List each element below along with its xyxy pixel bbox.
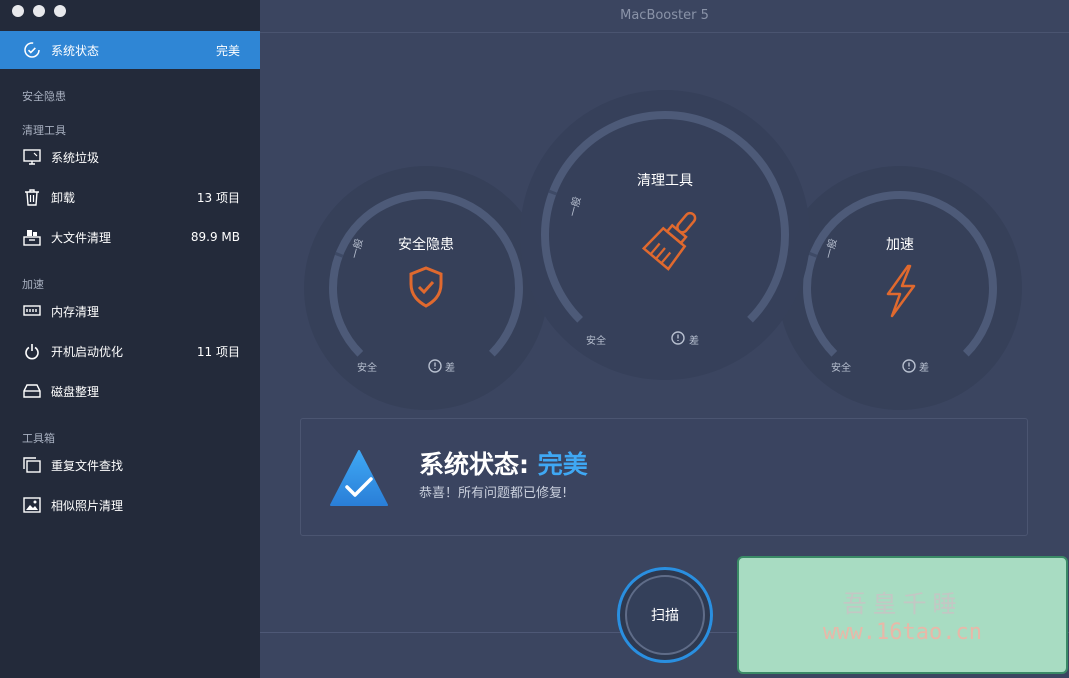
sidebar-item-system-status[interactable]: 系统状态 完美	[0, 31, 260, 69]
status-subtitle: 恭喜！所有问题都已修复!	[419, 486, 568, 501]
sidebar-item-label: 相似照片清理	[51, 498, 124, 513]
sidebar-item-memory[interactable]: 内存清理	[0, 292, 260, 330]
sidebar-item-duplicates[interactable]: 重复文件查找	[0, 446, 260, 484]
gauge-bad-label: 差	[689, 336, 699, 347]
gauge-speed[interactable]: 加速 一般 安全 差	[778, 166, 1022, 410]
sidebar-item-label: 内存清理	[51, 304, 100, 319]
watermark-overlay: 吾皇千睡 www.16tao.cn	[737, 556, 1068, 674]
watermark-text: 吾皇千睡	[842, 590, 963, 618]
gauge-safe-label: 安全	[831, 363, 851, 374]
status-title-prefix: 系统状态:	[419, 450, 529, 479]
gauge-cleanup[interactable]: 清理工具 一般 安全 差	[520, 90, 810, 380]
sidebar: 系统状态 完美 安全隐患 清理工具 系统垃圾 卸载 13 项目 大文件清理 89…	[0, 0, 260, 678]
window-title: MacBooster 5	[260, 0, 1069, 33]
monitor-icon	[22, 147, 42, 167]
sidebar-item-count: 89.9 MB	[190, 230, 240, 244]
gauge-title: 加速	[886, 237, 914, 253]
drawer-files-icon	[22, 227, 42, 247]
sidebar-item-disk[interactable]: 磁盘整理	[0, 372, 260, 410]
gauge-safe-label: 安全	[357, 363, 377, 374]
gauge-check-icon	[22, 40, 42, 60]
gauge-title: 安全隐患	[398, 237, 454, 253]
scan-button-ring: 扫描	[617, 567, 713, 663]
section-label-toolbox: 工具箱	[22, 432, 55, 445]
sidebar-item-count: 11 项目	[196, 344, 240, 359]
sidebar-item-similar-photos[interactable]: 相似照片清理	[0, 486, 260, 524]
gauge-bad-label: 差	[919, 363, 929, 374]
sidebar-item-label: 重复文件查找	[51, 458, 124, 473]
disk-icon	[22, 381, 42, 401]
sidebar-item-uninstall[interactable]: 卸载 13 项目	[0, 178, 260, 216]
close-window-button[interactable]	[12, 5, 24, 17]
sidebar-item-label: 系统垃圾	[51, 150, 100, 165]
memory-icon	[22, 301, 42, 321]
gauge-security-dial	[304, 166, 548, 410]
watermark-url: www.16tao.cn	[823, 620, 982, 645]
section-label-cleanup: 清理工具	[22, 124, 66, 137]
section-label-security[interactable]: 安全隐患	[22, 88, 66, 104]
minimize-window-button[interactable]	[33, 5, 45, 17]
zoom-window-button[interactable]	[54, 5, 66, 17]
gauge-security[interactable]: 安全隐患 一般 安全 差	[304, 166, 548, 410]
gauge-bad-label: 差	[445, 363, 455, 374]
trash-icon	[22, 187, 42, 207]
window-controls	[12, 5, 66, 17]
photo-icon	[22, 495, 42, 515]
scan-button[interactable]: 扫描	[625, 575, 705, 655]
sidebar-item-system-junk[interactable]: 系统垃圾	[0, 138, 260, 176]
gauge-speed-dial	[778, 166, 1022, 410]
triangle-check-icon	[330, 450, 388, 506]
gauge-title: 清理工具	[637, 173, 693, 189]
sidebar-item-large-files[interactable]: 大文件清理 89.9 MB	[0, 218, 260, 256]
gauge-cleanup-dial	[520, 90, 810, 380]
power-icon	[22, 341, 42, 361]
gauge-safe-label: 安全	[586, 336, 606, 347]
sidebar-item-value: 完美	[215, 43, 240, 58]
sidebar-item-label: 磁盘整理	[51, 384, 100, 399]
section-label-speed: 加速	[22, 278, 44, 291]
sidebar-item-count: 13 项目	[196, 190, 240, 205]
status-title-value: 完美	[537, 450, 588, 479]
sidebar-item-startup[interactable]: 开机启动优化 11 项目	[0, 332, 260, 370]
status-title: 系统状态: 完美	[419, 445, 588, 481]
duplicate-files-icon	[22, 455, 42, 475]
status-panel: 系统状态: 完美 恭喜！所有问题都已修复!	[300, 418, 1028, 536]
